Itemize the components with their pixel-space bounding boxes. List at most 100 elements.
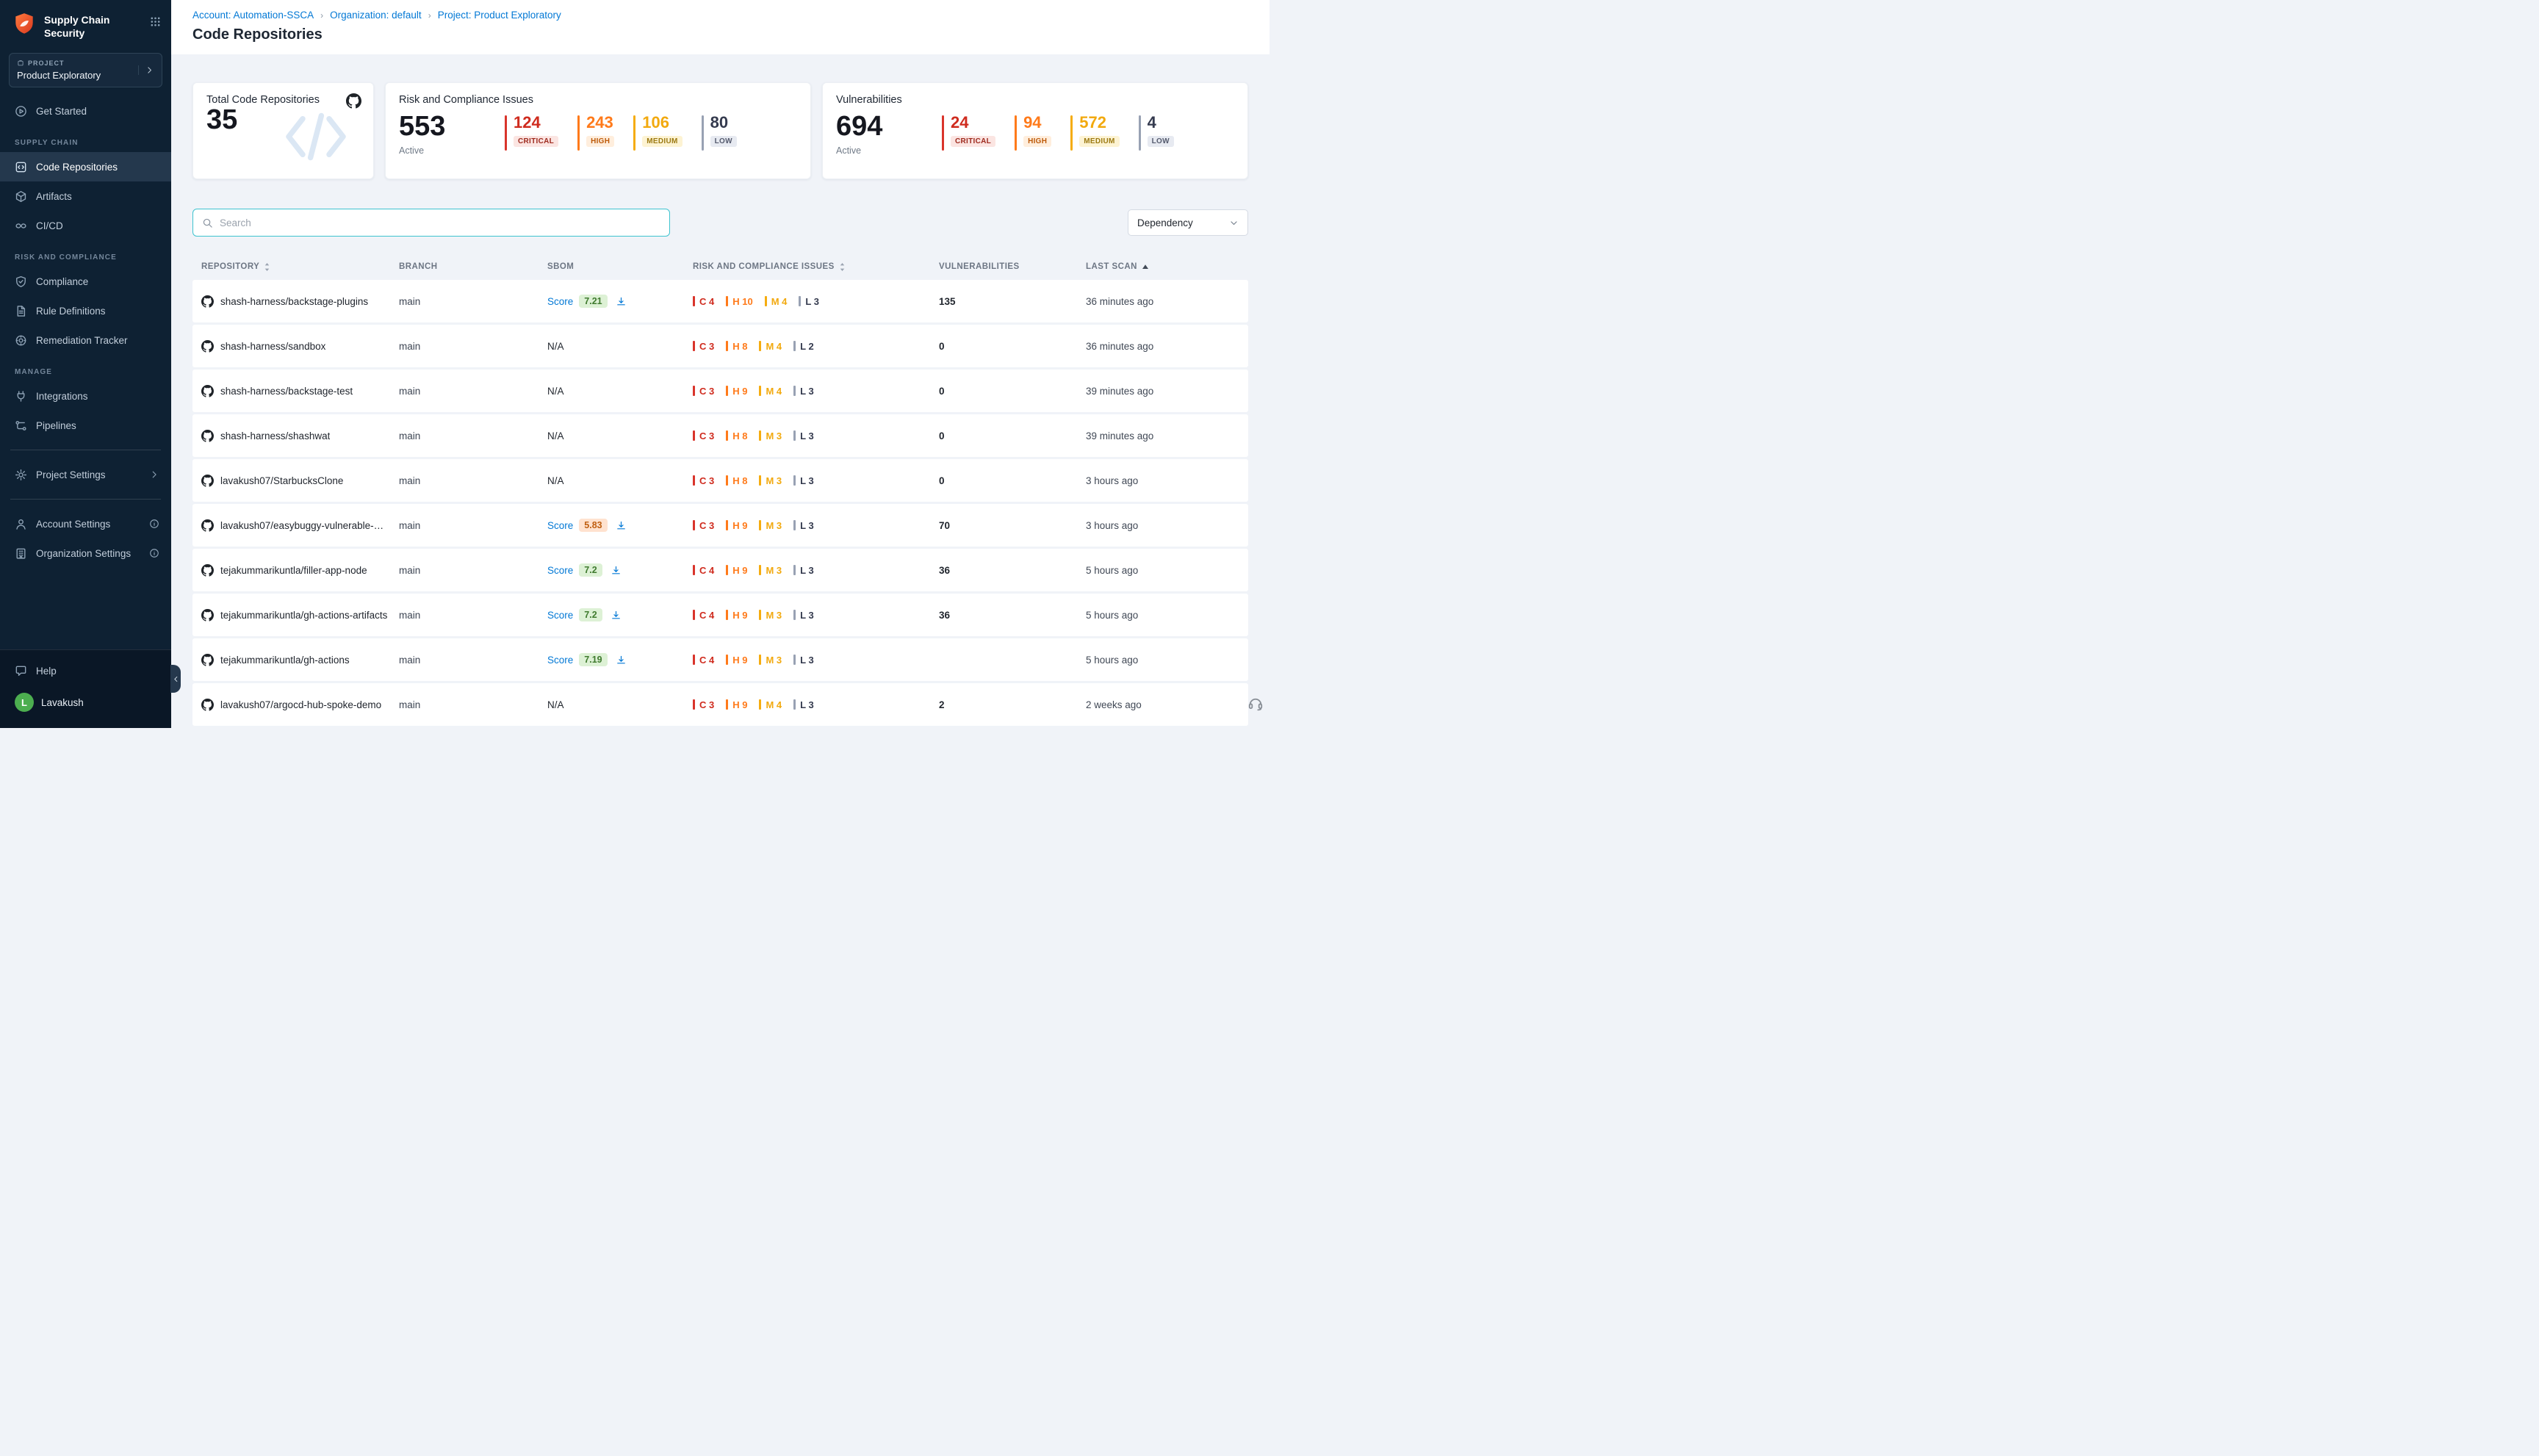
severity-chip-medium: M 4 (765, 296, 788, 307)
sidebar-item-artifacts[interactable]: Artifacts (0, 181, 171, 211)
severity-chip-value: L 3 (800, 430, 814, 442)
sidebar-footer: Help L Lavakush (0, 649, 171, 728)
vulnerabilities-count: 694 (836, 112, 942, 142)
user-profile[interactable]: L Lavakush (0, 685, 171, 719)
risk-issues-cell: C 3H 9M 3L 3 (693, 520, 939, 531)
sidebar-item-label: Artifacts (36, 191, 72, 202)
download-sbom-icon[interactable] (611, 610, 622, 621)
column-header-risk-and-compliance-issues[interactable]: RISK AND COMPLIANCE ISSUES (693, 262, 939, 272)
severity-chip-high: H 9 (726, 520, 747, 531)
severity-count: 106 (642, 114, 682, 131)
sidebar-item-account-settings[interactable]: Account Settings (0, 509, 171, 538)
project-selector[interactable]: PROJECT Product Exploratory (9, 53, 162, 87)
app-title: Supply Chain Security (44, 12, 143, 40)
support-icon[interactable] (1247, 695, 1264, 715)
repository-cell: shash-harness/backstage-test (201, 385, 399, 397)
last-scan-time: 2 weeks ago (1086, 699, 1236, 710)
severity-chip-bar (793, 475, 796, 486)
table-row[interactable]: lavakush07/StarbucksClonemainN/AC 3H 8M … (192, 459, 1248, 502)
severity-chip-value: C 4 (699, 565, 714, 576)
breadcrumb-separator: › (428, 10, 431, 21)
sidebar-item-pipelines[interactable]: Pipelines (0, 411, 171, 440)
severity-stat-body: 80LOW (710, 114, 737, 156)
table-row[interactable]: tejakummarikuntla/gh-actionsmainScore7.1… (192, 638, 1248, 681)
project-info: PROJECT Product Exploratory (17, 60, 134, 81)
github-icon (201, 475, 214, 487)
sidebar-item-integrations[interactable]: Integrations (0, 381, 171, 411)
sidebar-collapse-handle[interactable] (170, 665, 181, 693)
sidebar-item-label: Organization Settings (36, 548, 131, 559)
table-row[interactable]: lavakush07/argocd-hub-spoke-demomainN/AC… (192, 683, 1248, 726)
breadcrumb-link-project[interactable]: Project: Product Exploratory (438, 10, 561, 21)
sidebar-item-remediation-tracker[interactable]: Remediation Tracker (0, 325, 171, 355)
integrations-icon (15, 390, 27, 403)
table-row[interactable]: tejakummarikuntla/filler-app-nodemainSco… (192, 549, 1248, 591)
sidebar-item-ci-cd[interactable]: CI/CD (0, 211, 171, 240)
filter-selected-value: Dependency (1137, 217, 1193, 228)
github-icon (201, 519, 214, 532)
column-header-last-scan[interactable]: LAST SCAN (1086, 262, 1236, 271)
severity-chip-value: M 3 (766, 520, 782, 531)
project-label: PROJECT (17, 60, 134, 67)
sbom-score-label: Score (547, 655, 573, 666)
table-row[interactable]: shash-harness/shashwatmainN/AC 3H 8M 3L … (192, 414, 1248, 457)
severity-chip-low: L 3 (793, 565, 814, 576)
sidebar-item-rule-definitions[interactable]: Rule Definitions (0, 296, 171, 325)
table-row[interactable]: shash-harness/backstage-testmainN/AC 3H … (192, 370, 1248, 412)
sbom-cell: Score7.21 (547, 295, 693, 308)
chevron-left-icon[interactable] (172, 675, 180, 683)
vulnerability-count: 36 (939, 565, 1086, 576)
table-row[interactable]: tejakummarikuntla/gh-actions-artifactsma… (192, 594, 1248, 636)
table-row[interactable]: shash-harness/backstage-pluginsmainScore… (192, 280, 1248, 322)
sidebar-item-compliance[interactable]: Compliance (0, 267, 171, 296)
download-sbom-icon[interactable] (616, 655, 627, 666)
dependency-filter-select[interactable]: Dependency (1128, 209, 1248, 236)
download-sbom-icon[interactable] (616, 520, 627, 531)
sbom-score-value: 7.2 (579, 563, 602, 577)
severity-chip-value: L 2 (800, 341, 814, 352)
nav-section-label-manage: MANAGE (0, 355, 171, 381)
card-title: Vulnerabilities (836, 94, 1234, 106)
sidebar-item-get-started[interactable]: Get Started (0, 96, 171, 126)
search-input[interactable] (220, 217, 660, 228)
severity-chip-bar (793, 565, 796, 575)
severity-chip-medium: M 3 (759, 565, 782, 576)
risk-issues-cell: C 3H 9M 4L 3 (693, 699, 939, 710)
download-sbom-icon[interactable] (616, 296, 627, 307)
severity-count: 243 (586, 114, 614, 131)
severity-bar (633, 115, 635, 151)
severity-count: 24 (951, 114, 995, 131)
sidebar-item-code-repositories[interactable]: Code Repositories (0, 152, 171, 181)
breadcrumb-link-account[interactable]: Account: Automation-SSCA (192, 10, 314, 21)
risk-issues-cell: C 3H 8M 3L 3 (693, 430, 939, 442)
severity-chip-value: M 3 (766, 475, 782, 486)
vulnerability-count: 0 (939, 386, 1086, 397)
severity-chip-value: M 4 (766, 341, 782, 352)
severity-chip-value: H 8 (732, 475, 747, 486)
severity-chip-value: H 9 (732, 386, 747, 397)
column-header-repository[interactable]: REPOSITORY (201, 262, 399, 272)
github-icon (346, 93, 361, 109)
severity-stat-medium: 106MEDIUM (633, 114, 682, 156)
sidebar-item-project-settings[interactable]: Project Settings (0, 460, 171, 489)
severity-chip-value: C 3 (699, 386, 714, 397)
repository-name: shash-harness/sandbox (220, 341, 325, 352)
search-box[interactable] (192, 209, 670, 237)
sidebar-item-label: Remediation Tracker (36, 335, 128, 346)
severity-bar (942, 115, 944, 151)
artifacts-icon (15, 190, 27, 203)
project-box-icon (17, 60, 24, 67)
repository-name: shash-harness/backstage-test (220, 386, 353, 397)
sbom-score-value: 5.83 (579, 519, 607, 532)
download-sbom-icon[interactable] (611, 565, 622, 576)
sidebar-item-help[interactable]: Help (0, 656, 171, 685)
breadcrumb-link-organization[interactable]: Organization: default (330, 10, 422, 21)
risk-issues-cell: C 4H 9M 3L 3 (693, 655, 939, 666)
table-row[interactable]: shash-harness/sandboxmainN/AC 3H 8M 4L 2… (192, 325, 1248, 367)
severity-chip-high: H 9 (726, 386, 747, 397)
table-row[interactable]: lavakush07/easybuggy-vulnerable-app...ma… (192, 504, 1248, 547)
repository-cell: shash-harness/backstage-plugins (201, 295, 399, 308)
module-grid-icon[interactable] (150, 12, 161, 27)
sidebar-item-organization-settings[interactable]: Organization Settings (0, 538, 171, 568)
repository-cell: lavakush07/StarbucksClone (201, 475, 399, 487)
